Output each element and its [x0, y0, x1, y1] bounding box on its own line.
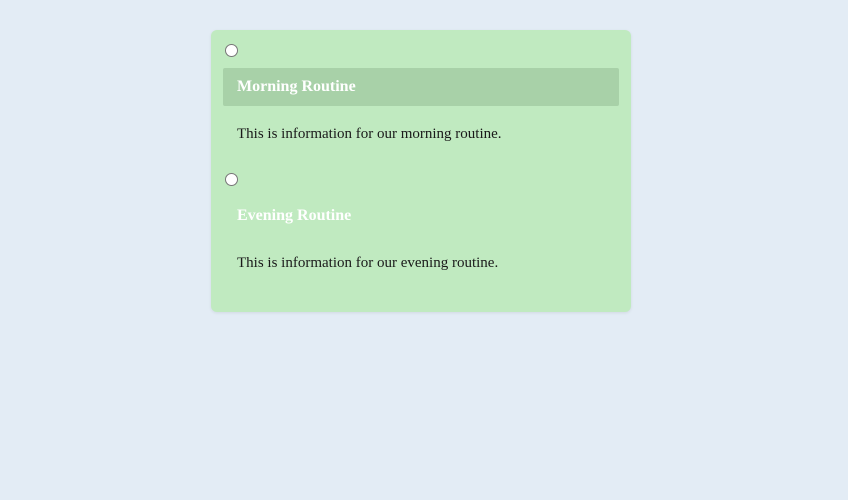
- routine-description: This is information for our morning rout…: [223, 106, 619, 163]
- radio-row: [223, 171, 619, 197]
- routine-title-bar[interactable]: Morning Routine: [223, 68, 619, 106]
- routine-card: Morning Routine This is information for …: [211, 30, 631, 312]
- routine-radio-morning[interactable]: [225, 44, 238, 57]
- routine-title: Morning Routine: [237, 78, 356, 95]
- routine-section: Evening Routine This is information for …: [223, 171, 619, 292]
- routine-title-bar[interactable]: Evening Routine: [223, 197, 619, 235]
- radio-row: [223, 42, 619, 68]
- routine-title: Evening Routine: [237, 207, 351, 224]
- routine-section: Morning Routine This is information for …: [223, 42, 619, 163]
- routine-radio-evening[interactable]: [225, 173, 238, 186]
- routine-description: This is information for our evening rout…: [223, 235, 619, 292]
